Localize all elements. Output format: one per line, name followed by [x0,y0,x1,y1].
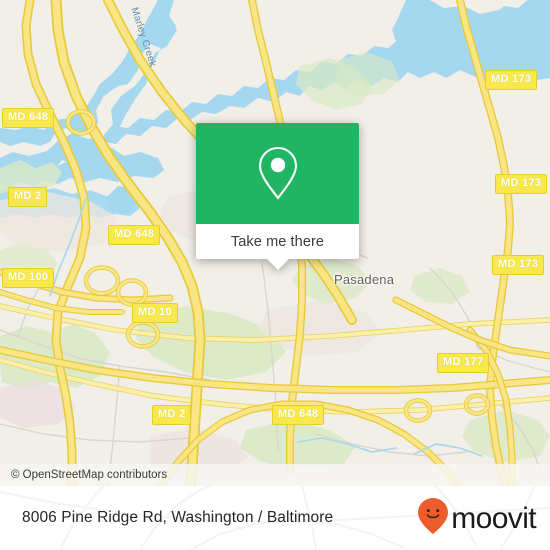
road-shield: MD 177 [437,353,490,373]
location-popup[interactable]: Take me there [196,123,359,270]
moovit-wordmark: moovit [451,502,536,535]
road-shield: MD 648 [272,405,325,425]
take-me-there-label: Take me there [230,233,325,250]
moovit-logo[interactable]: moovit [418,497,537,539]
popup-action-panel[interactable]: Take me there [196,224,359,270]
road-shield: MD 173 [492,255,545,275]
road-shield: MD 648 [108,225,161,245]
popup-icon-panel [196,123,359,224]
popup-pointer [266,259,289,270]
road-shield: MD 10 [132,303,178,323]
osm-attribution[interactable]: © OpenStreetMap contributors [0,464,550,486]
map-pin-icon [256,145,300,202]
road-shield: MD 173 [485,70,538,90]
footer-bar: 8006 Pine Ridge Rd, Washington / Baltimo… [0,486,550,550]
road-shield: MD 173 [495,174,548,194]
road-shield: MD 2 [152,405,192,425]
road-shield: MD 648 [2,108,55,128]
road-shield: MD 100 [2,268,55,288]
place-label-pasadena: Pasadena [334,272,395,287]
road-shield: MD 2 [8,187,48,207]
moovit-pin-icon [418,497,449,539]
address-label: 8006 Pine Ridge Rd, Washington / Baltimo… [22,509,334,526]
moovit-map-screenshot: .wtr { fill:#a5d8ef; } .grn { fill:#d9e9… [0,0,550,550]
